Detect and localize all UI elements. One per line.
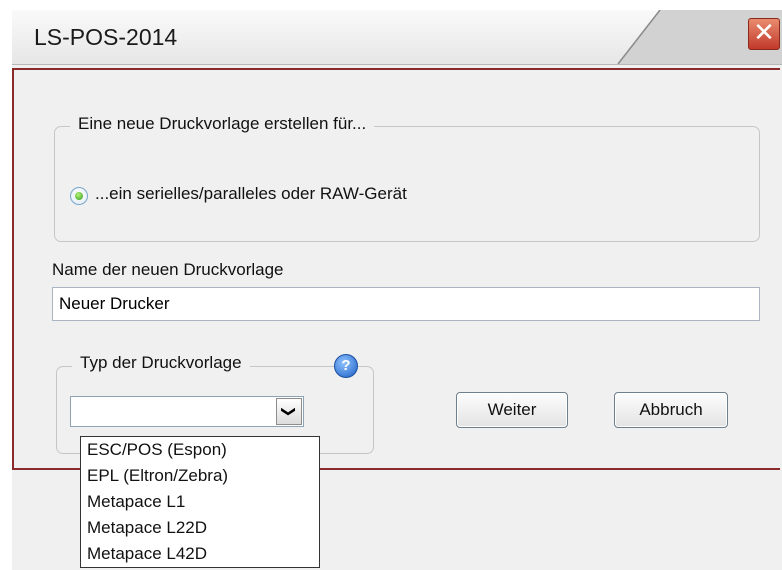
raw-device-radio-label[interactable]: ...ein serielles/paralleles oder RAW-Ger…: [95, 184, 407, 204]
raw-device-radio[interactable]: [70, 187, 88, 205]
template-name-label: Name der neuen Druckvorlage: [52, 260, 284, 279]
template-type-combobox[interactable]: ❯: [70, 396, 304, 427]
dropdown-option[interactable]: Metapace L1: [81, 489, 319, 515]
dialog-window: LS-POS-2014 ✕ Eine neue Druckvorlage ers…: [12, 10, 782, 570]
dropdown-option[interactable]: EPL (Eltron/Zebra): [81, 463, 319, 489]
combobox-dropdown-button[interactable]: ❯: [276, 398, 302, 425]
template-type-group-caption: Typ der Druckvorlage: [72, 353, 250, 373]
title-bar[interactable]: LS-POS-2014 ✕: [12, 10, 782, 65]
template-name-input[interactable]: Neuer Drucker: [52, 287, 760, 321]
template-type-dropdown-list: ESC/POS (Espon) EPL (Eltron/Zebra) Metap…: [80, 436, 320, 568]
dialog-content: Eine neue Druckvorlage erstellen für... …: [12, 68, 780, 470]
window-title: LS-POS-2014: [34, 24, 178, 50]
chevron-down-icon: ❯: [281, 405, 298, 418]
dropdown-option[interactable]: Metapace L42D: [81, 541, 319, 567]
radio-selected-dot: [75, 192, 83, 200]
help-icon[interactable]: ?: [334, 354, 358, 378]
close-icon: ✕: [753, 18, 775, 48]
cancel-button[interactable]: Abbruch: [614, 392, 728, 428]
close-button[interactable]: ✕: [748, 18, 780, 50]
next-button[interactable]: Weiter: [456, 392, 568, 428]
dropdown-option[interactable]: ESC/POS (Espon): [81, 437, 319, 463]
dropdown-option[interactable]: Metapace L22D: [81, 515, 319, 541]
create-for-group-caption: Eine neue Druckvorlage erstellen für...: [70, 114, 375, 134]
